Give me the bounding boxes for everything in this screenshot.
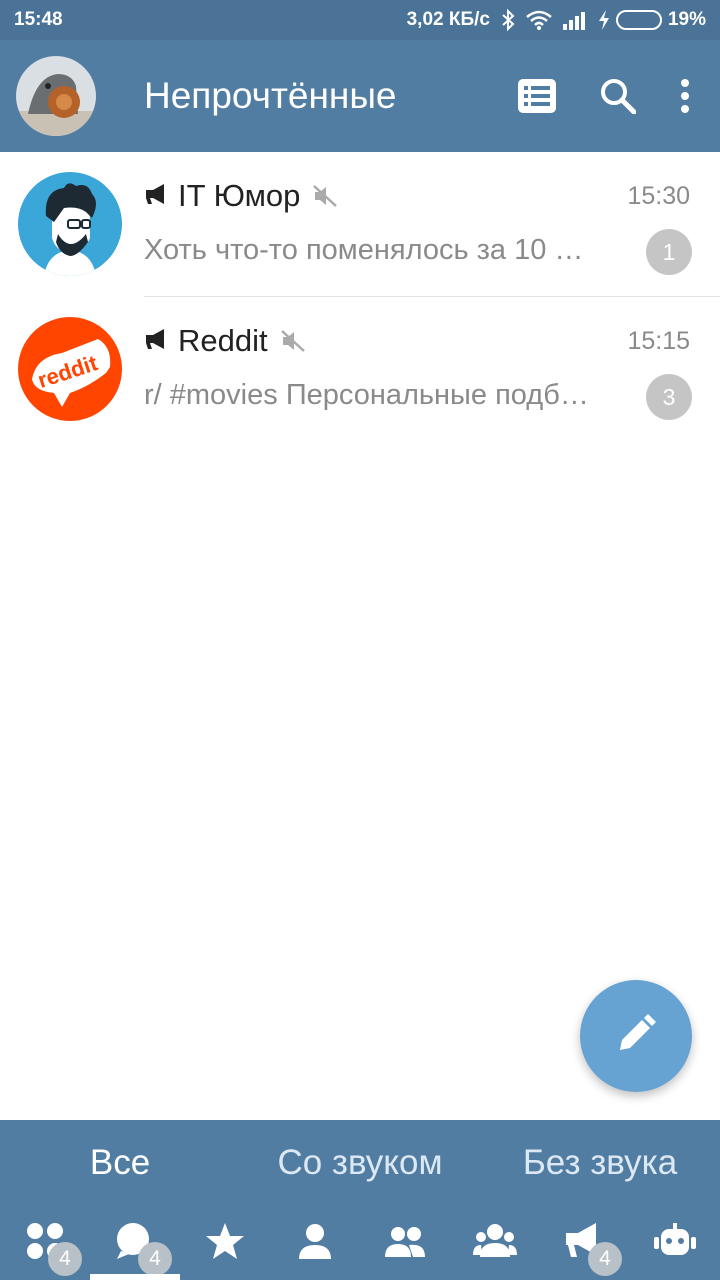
status-time: 15:48 <box>14 9 63 30</box>
category-tabs: 4 4 4 <box>0 1206 720 1280</box>
muted-icon <box>312 184 338 208</box>
chat-title: Reddit <box>178 323 268 358</box>
tab-groups[interactable] <box>360 1206 450 1280</box>
page-title: Непрочтённые <box>144 75 397 116</box>
tab-count: 4 <box>138 1242 172 1276</box>
tab-users[interactable] <box>270 1206 360 1280</box>
search-icon[interactable] <box>600 78 636 114</box>
charging-icon <box>598 10 610 30</box>
chat-time: 15:15 <box>627 326 690 355</box>
chat-avatar <box>18 172 122 276</box>
chat-preview: Хоть что-то поменялось за 10 лет <box>144 234 596 266</box>
battery-icon <box>615 10 662 30</box>
filter-with-sound[interactable]: Со звуком <box>240 1143 480 1183</box>
more-vert-icon[interactable] <box>680 79 690 113</box>
tab-count: 4 <box>48 1242 82 1276</box>
group-icon <box>383 1221 427 1266</box>
wifi-icon <box>526 10 552 30</box>
chat-list: IT Юмор 15:30 Хоть что-то поменялось за … <box>0 152 720 442</box>
list-icon[interactable] <box>518 79 556 113</box>
user-icon <box>295 1221 335 1266</box>
tab-bots[interactable] <box>630 1206 720 1280</box>
battery-percent: 19% <box>667 9 706 30</box>
channel-icon <box>144 328 170 355</box>
tab-favorites[interactable] <box>180 1206 270 1280</box>
star-icon <box>205 1221 245 1266</box>
channel-icon <box>144 183 170 210</box>
chat-title: IT Юмор <box>178 178 301 213</box>
tab-count: 4 <box>588 1242 622 1276</box>
bluetooth-icon <box>500 9 516 31</box>
tab-supergroups[interactable] <box>450 1206 540 1280</box>
muted-icon <box>280 329 306 353</box>
pencil-icon <box>616 1013 656 1059</box>
supergroup-icon <box>472 1221 518 1266</box>
filter-all[interactable]: Все <box>0 1143 240 1183</box>
bottom-bar: Все Со звуком Без звука 4 4 4 <box>0 1120 720 1280</box>
chat-item-reddit[interactable]: reddit Reddit 15:15 r/ #movies Персональ… <box>0 297 720 442</box>
battery-indicator: 19% <box>598 9 706 31</box>
filter-tabs: Все Со звуком Без звука <box>0 1120 720 1206</box>
bot-icon <box>653 1221 697 1266</box>
tab-unread[interactable]: 4 <box>90 1206 180 1280</box>
signal-icon <box>562 10 588 30</box>
unread-badge: 3 <box>646 374 692 420</box>
tab-channels[interactable]: 4 <box>540 1206 630 1280</box>
filter-muted[interactable]: Без звука <box>480 1143 720 1183</box>
network-speed: 3,02 КБ/с <box>406 9 490 30</box>
compose-button[interactable] <box>580 980 692 1092</box>
app-bar: Непрочтённые <box>0 40 720 152</box>
tab-all-chats[interactable]: 4 <box>0 1206 90 1280</box>
chat-preview: r/ #movies Персональные подборки <box>144 379 596 411</box>
active-tab-indicator <box>90 1274 180 1280</box>
profile-avatar[interactable] <box>16 56 96 136</box>
chat-item-it-humor[interactable]: IT Юмор 15:30 Хоть что-то поменялось за … <box>0 152 720 297</box>
chat-avatar: reddit <box>18 317 122 421</box>
chat-time: 15:30 <box>627 181 690 210</box>
unread-badge: 1 <box>646 229 692 275</box>
status-bar: 15:48 3,02 КБ/с 19% <box>0 0 720 40</box>
